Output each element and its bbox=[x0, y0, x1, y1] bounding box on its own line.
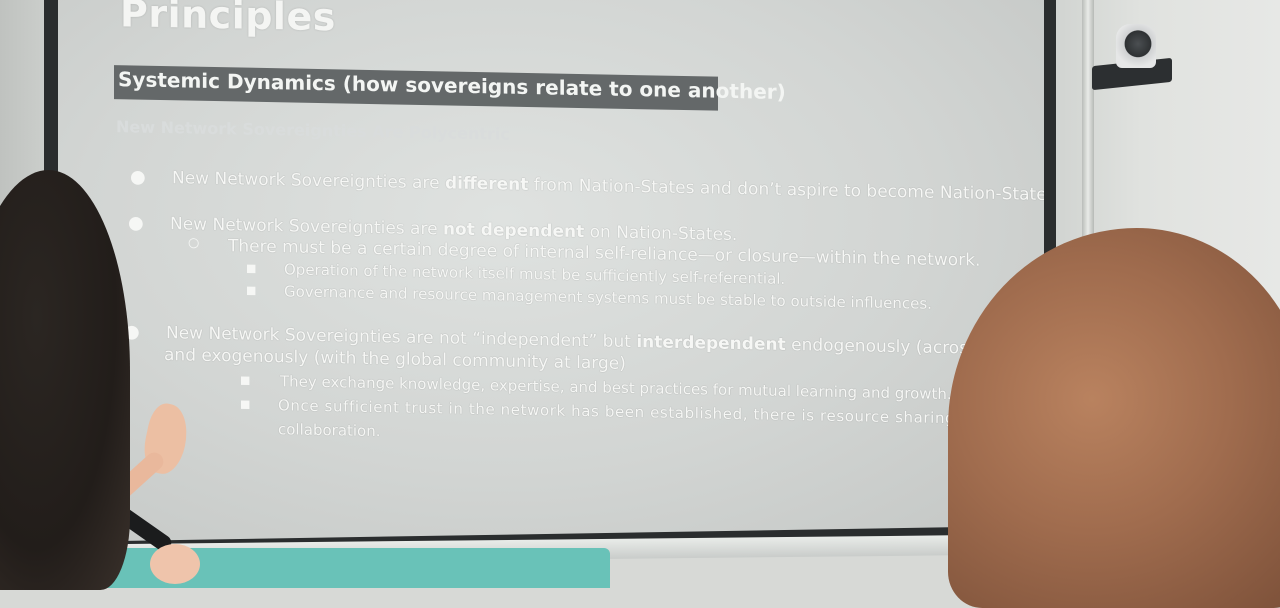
bullet-text: from Nation-States and don’t aspire to b… bbox=[528, 175, 1044, 206]
bullet-bold-text: not dependent bbox=[442, 219, 585, 243]
square-bullet-marker: ■ bbox=[240, 373, 251, 387]
bullet-marker: ● bbox=[128, 212, 144, 234]
square-bullet-marker: ■ bbox=[246, 261, 257, 275]
sub-sub-bullet-item: Governance and resource management syste… bbox=[284, 282, 932, 313]
speaker-hand bbox=[150, 544, 200, 584]
bullet-bold-text: different bbox=[444, 173, 529, 196]
bullet-text: New Network Sovereignties are bbox=[170, 214, 443, 240]
projection-screen: Principles Systemic Dynamics (how sovere… bbox=[58, 0, 1044, 542]
bullet-bold-text: interdependent bbox=[636, 332, 786, 355]
faded-heading: New Network Sovereignties Are Polycentri… bbox=[116, 117, 510, 144]
slide: Principles Systemic Dynamics (how sovere… bbox=[58, 0, 1044, 542]
bullet-text: on Nation-States. bbox=[584, 222, 738, 246]
ptz-camera-icon bbox=[1116, 24, 1156, 68]
bullet-text: New Network Sovereignties are bbox=[172, 168, 445, 194]
bullet-continuation: collaboration. bbox=[278, 420, 381, 441]
bullet-item: New Network Sovereignties are different … bbox=[172, 168, 1044, 205]
bullet-marker: ● bbox=[130, 166, 146, 188]
slide-title: Principles bbox=[120, 0, 336, 40]
square-bullet-marker: ■ bbox=[240, 397, 251, 411]
sub-bullet-marker: ○ bbox=[188, 235, 200, 251]
square-bullet-marker: ■ bbox=[246, 283, 257, 297]
